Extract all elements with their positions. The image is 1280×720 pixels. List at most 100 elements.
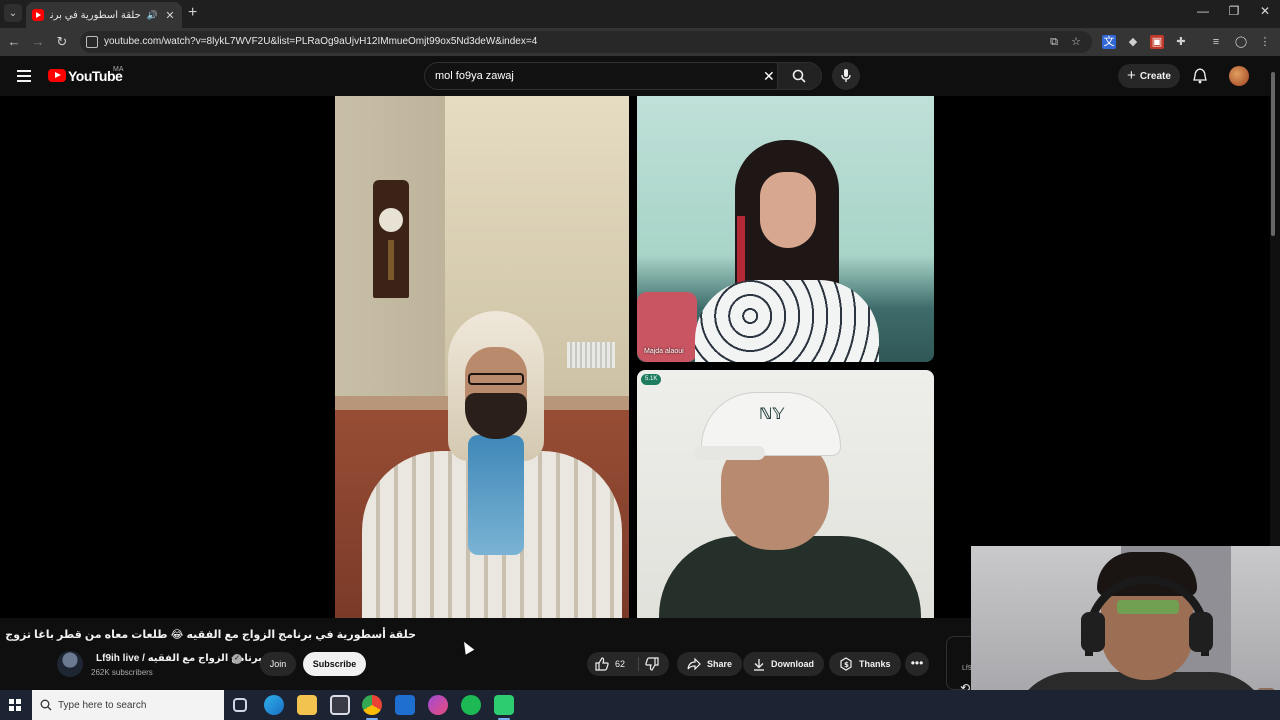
edge-icon[interactable] (264, 695, 284, 715)
channel-avatar[interactable] (57, 651, 83, 677)
host-person (340, 311, 624, 618)
share-label: Share (707, 659, 733, 669)
minimize-icon[interactable]: — (1188, 4, 1218, 18)
close-window-icon[interactable]: ✕ (1250, 4, 1280, 18)
search-icon (792, 69, 806, 83)
windows-taskbar: Type here to search (0, 690, 1280, 720)
thumbs-down-icon[interactable] (645, 657, 659, 671)
youtube-logo-icon[interactable] (48, 69, 66, 82)
cap-logo: ℕ𝕐 (759, 406, 785, 423)
tab-title: حلقة أسطورية في برنامج الزواج مع الفقيه (50, 9, 141, 21)
scrollbar-thumb[interactable] (1271, 72, 1275, 236)
wall-clock (373, 180, 409, 298)
browser-tab-strip: ⌄ حلقة أسطورية في برنامج الزواج مع الفقي… (0, 0, 1280, 28)
spotify-icon[interactable] (461, 695, 481, 715)
tab-search-icon[interactable]: ⌄ (4, 4, 22, 22)
messenger-icon[interactable] (428, 695, 448, 715)
divider (638, 657, 639, 671)
back-icon[interactable]: ← (6, 34, 22, 50)
youtube-header: YouTube MA mol fo9ya zawaj ✕ + Create (0, 56, 1280, 96)
video-title: حلقة أسطورية في برنامج الزواج مع الفقيه … (5, 629, 416, 641)
outlook-icon[interactable] (395, 695, 415, 715)
restore-icon[interactable]: ❐ (1219, 4, 1249, 18)
bookmark-star-icon[interactable]: ☆ (1069, 35, 1083, 49)
join-button[interactable]: Join (260, 652, 296, 676)
video-participant-left (335, 96, 629, 618)
svg-text:$: $ (844, 661, 849, 669)
like-button[interactable]: 62 (595, 657, 625, 671)
like-count: 62 (615, 659, 626, 669)
country-code: MA (113, 66, 124, 73)
more-actions-button[interactable]: ••• (905, 652, 929, 676)
youtube-favicon-icon (32, 9, 44, 21)
create-button[interactable]: + Create (1118, 64, 1180, 88)
task-view-icon[interactable] (233, 698, 247, 712)
cast-icon[interactable]: ⧉ (1047, 35, 1061, 49)
search-input[interactable]: mol fo9ya zawaj (435, 70, 514, 82)
file-explorer-icon[interactable] (297, 695, 317, 715)
chrome-icon[interactable] (362, 695, 382, 720)
clock-face (379, 208, 403, 232)
side-panel-peek[interactable]: Lf9 ⟲ (946, 636, 972, 695)
thanks-icon: $ (840, 657, 852, 671)
browser-tab[interactable]: حلقة أسطورية في برنامج الزواج مع الفقيه … (26, 2, 182, 28)
search-icon (40, 699, 52, 711)
media-control-icon[interactable]: ≡ (1209, 35, 1223, 49)
extensions-puzzle-icon[interactable]: ✚ (1174, 35, 1188, 49)
headset-cup-right (1189, 612, 1213, 652)
create-label: Create (1139, 70, 1171, 82)
close-tab-icon[interactable]: ✕ (164, 9, 176, 22)
new-tab-icon[interactable]: + (188, 4, 197, 22)
subscribe-button[interactable]: Subscribe (303, 652, 366, 676)
share-button[interactable]: Share (677, 652, 743, 676)
thanks-label: Thanks (859, 659, 891, 669)
store-icon[interactable] (330, 695, 350, 715)
taskbar-search-placeholder: Type here to search (58, 700, 147, 711)
translate-extension-icon[interactable]: 文 (1102, 35, 1116, 49)
search-button[interactable] (777, 63, 821, 89)
cap-brim (695, 446, 765, 460)
video-participant-top-right: Majda alaoui (637, 96, 934, 362)
chrome-menu-icon[interactable]: ⋮ (1258, 35, 1272, 49)
search-box: mol fo9ya zawaj ✕ (424, 62, 822, 90)
plus-icon: + (1127, 67, 1136, 84)
blue-collar (468, 435, 524, 555)
video-participant-bottom-right: 5.1K ℕ𝕐 (637, 370, 934, 618)
speaker-icon[interactable]: 🔊 (147, 10, 158, 21)
download-label: Download (771, 659, 814, 669)
menu-icon[interactable] (17, 70, 31, 82)
thumbs-up-icon (595, 657, 609, 671)
notifications-bell-icon[interactable] (1193, 68, 1207, 84)
download-button[interactable]: Download (743, 652, 824, 676)
download-icon (754, 658, 764, 671)
url-text: youtube.com/watch?v=8lykL7WVF2U&list=PLR… (104, 36, 538, 47)
reload-icon[interactable]: ↻ (54, 34, 70, 50)
camera-app-icon[interactable] (494, 695, 514, 720)
share-icon (687, 658, 701, 670)
forward-icon[interactable]: → (30, 34, 46, 50)
extension-red-icon[interactable]: ▣ (1150, 35, 1164, 49)
headset-cup-left (1081, 612, 1105, 652)
host-glasses (468, 373, 524, 385)
account-avatar[interactable] (1229, 66, 1249, 86)
address-bar[interactable]: youtube.com/watch?v=8lykL7WVF2U&list=PLR… (80, 31, 1092, 53)
clear-search-icon[interactable]: ✕ (763, 68, 775, 85)
subscriber-count: 262K subscribers (91, 668, 153, 677)
participant-name-label: Majda alaoui (644, 348, 684, 355)
windows-start-icon[interactable] (9, 699, 21, 711)
microphone-icon (841, 69, 851, 82)
viewer-count-badge: 5.1K (641, 374, 662, 385)
patterned-shirt (695, 280, 879, 362)
voice-search-button[interactable] (832, 62, 860, 90)
extension-diamond-icon[interactable]: ◆ (1126, 35, 1140, 49)
site-info-icon[interactable] (86, 36, 98, 48)
verified-badge-icon: ✓ (232, 654, 242, 664)
like-dislike-group: 62 (587, 652, 669, 676)
thanks-button[interactable]: $ Thanks (829, 652, 901, 676)
profile-icon[interactable]: ◯ (1234, 35, 1248, 49)
browser-toolbar: ← → ↻ youtube.com/watch?v=8lykL7WVF2U&li… (0, 28, 1280, 56)
clock-pendulum (388, 240, 394, 280)
participant-face (760, 172, 816, 248)
taskbar-search[interactable]: Type here to search (32, 690, 224, 720)
video-player[interactable]: Majda alaoui 5.1K ℕ𝕐 (0, 96, 1270, 618)
